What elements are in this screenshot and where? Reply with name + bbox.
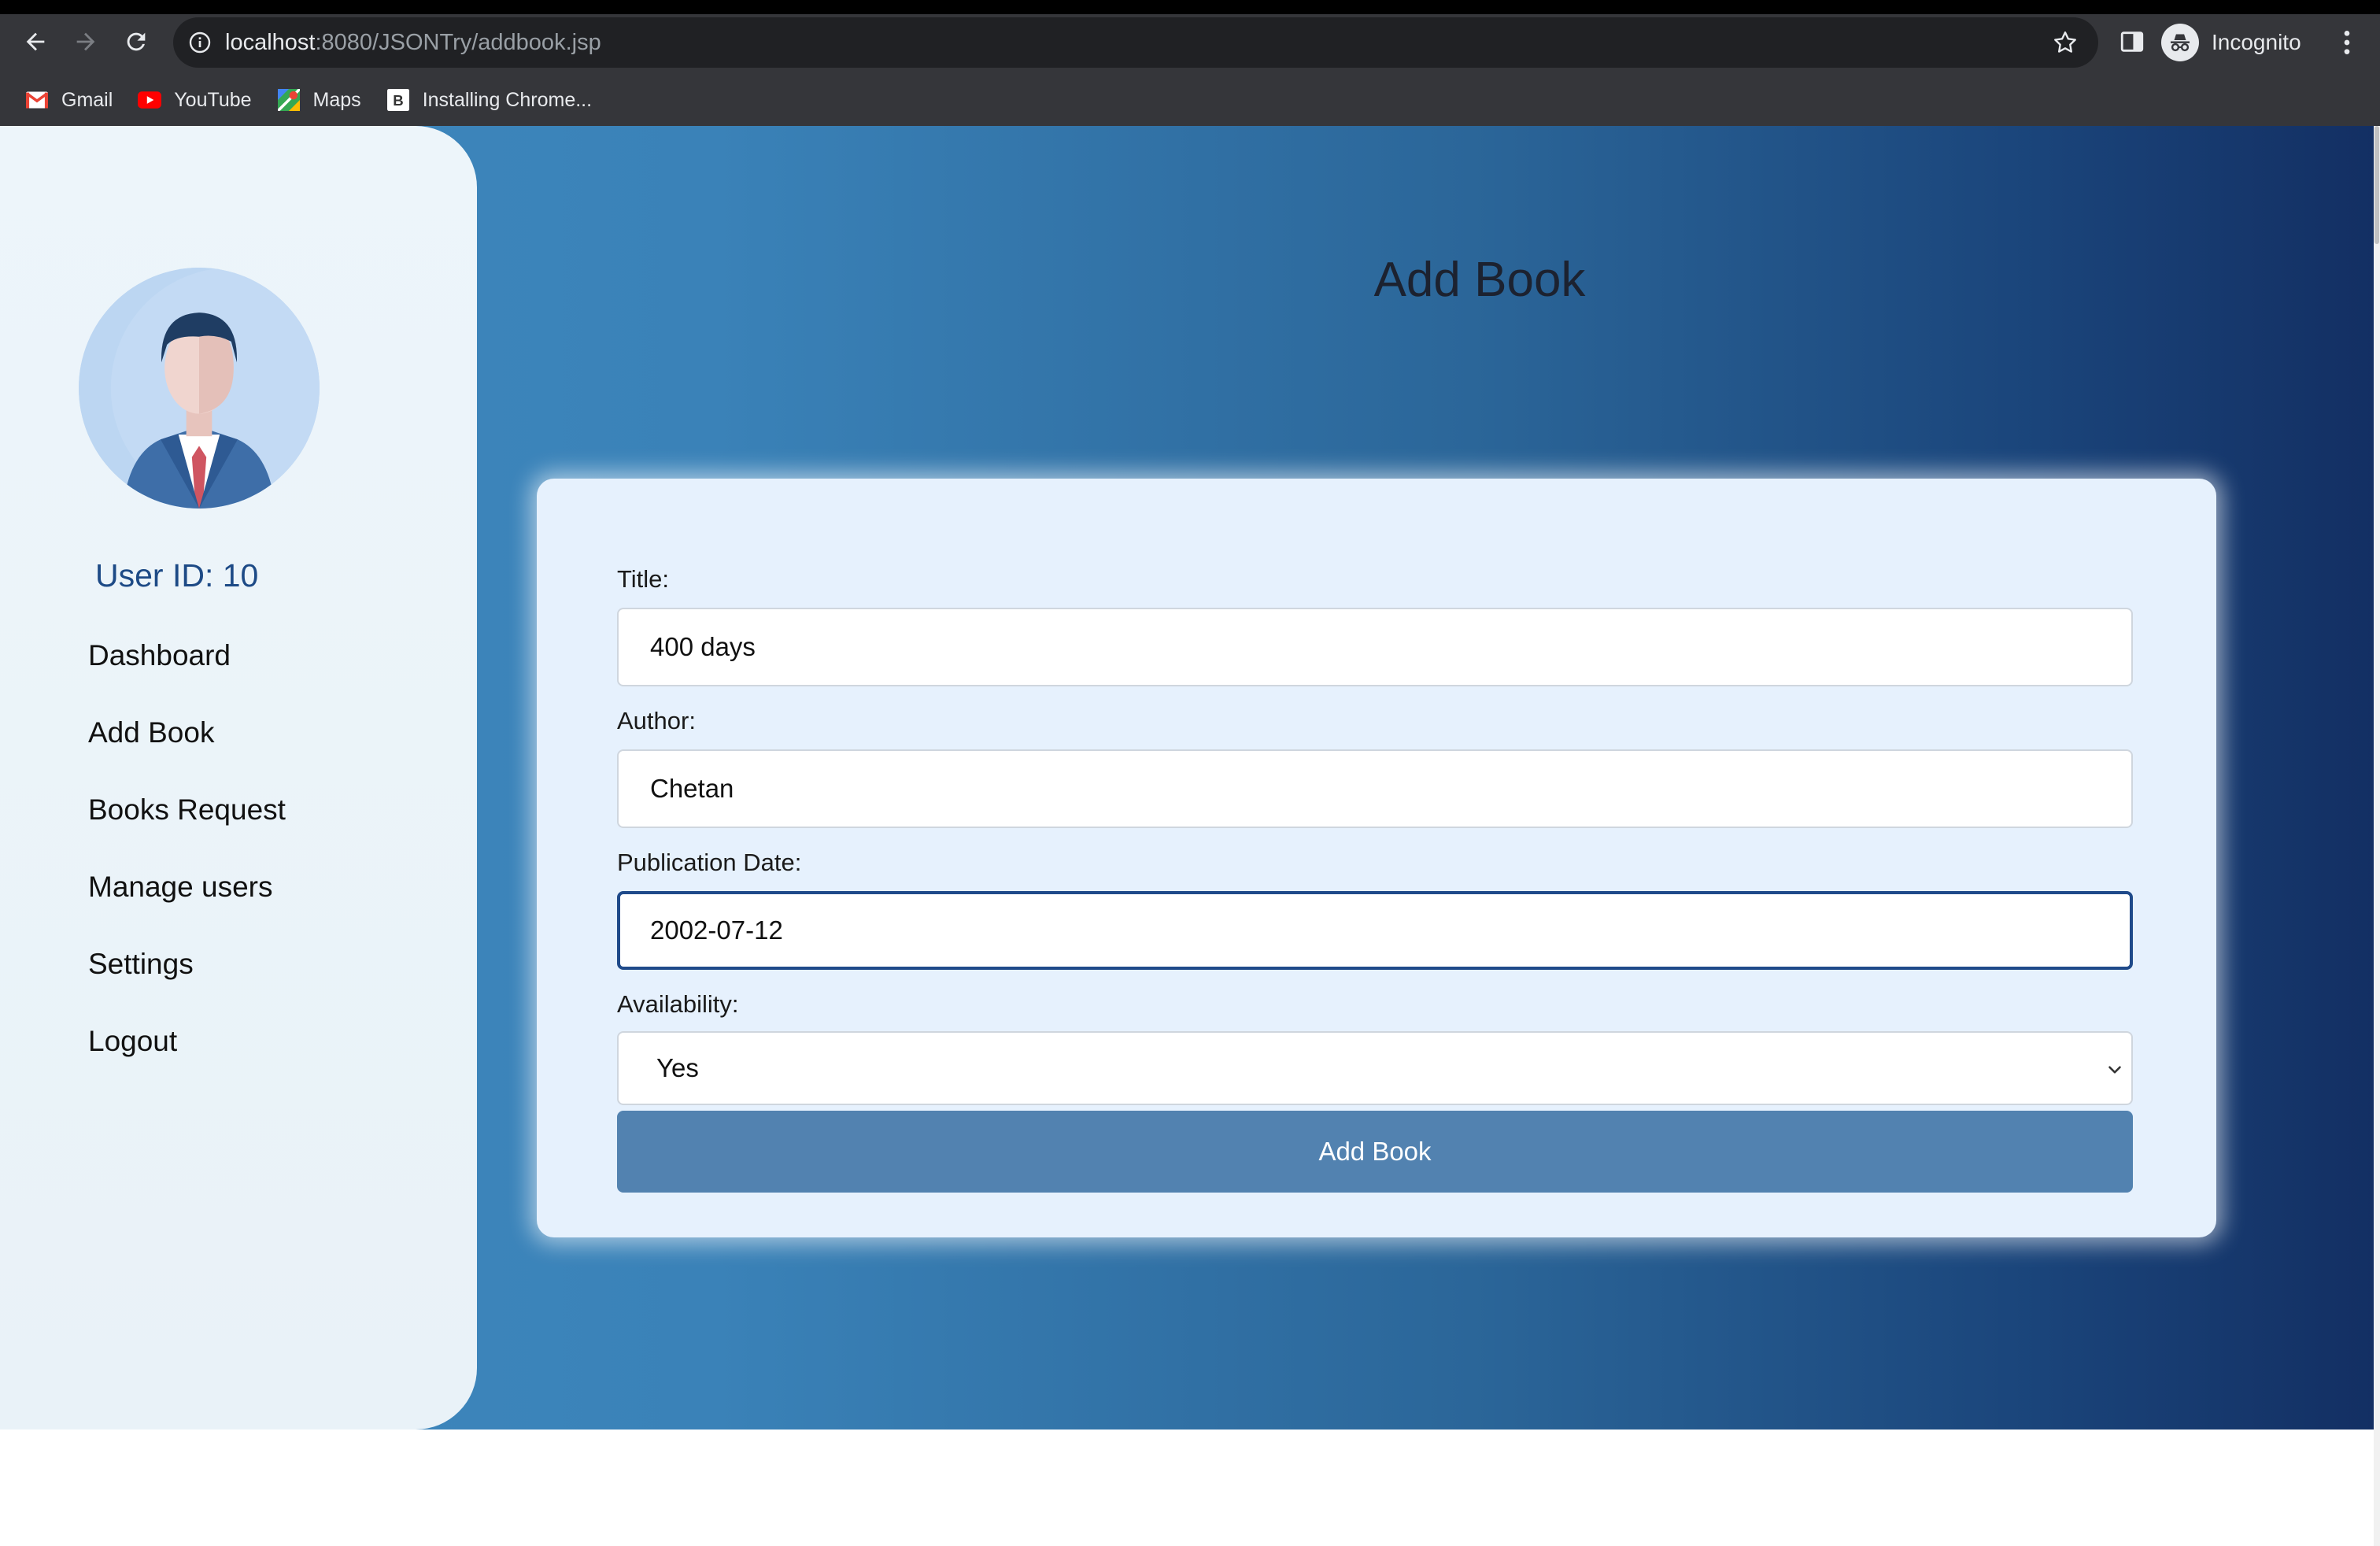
url-host: localhost <box>225 30 316 55</box>
sidebar-item-dashboard[interactable]: Dashboard <box>88 639 231 672</box>
incognito-label: Incognito <box>2212 30 2301 54</box>
publication-date-input[interactable] <box>617 891 2133 970</box>
window-top-bar <box>0 0 2380 14</box>
page-viewport: User ID: 10 Dashboard Add Book Books Req… <box>0 126 2380 1546</box>
reload-button[interactable] <box>118 24 154 60</box>
sidebar-item-books-request[interactable]: Books Request <box>88 793 286 827</box>
bookmark-label: Installing Chrome... <box>422 88 593 111</box>
bookmark-label: YouTube <box>174 88 252 111</box>
bookmarks-bar: Gmail YouTube Maps B Installing Chrome..… <box>0 82 592 118</box>
title-label: Title: <box>617 565 670 593</box>
bookmark-label: Maps <box>312 88 361 111</box>
sidebar-item-logout[interactable]: Logout <box>88 1025 177 1058</box>
back-button[interactable] <box>17 24 54 60</box>
reload-icon <box>127 32 146 51</box>
side-panel-icon[interactable] <box>2119 28 2145 55</box>
availability-label: Availability: <box>617 990 739 1018</box>
bookmark-installing-chrome[interactable]: B Installing Chrome... <box>386 82 592 118</box>
url-path: :8080/JSONTry/addbook.jsp <box>315 30 601 55</box>
bookmark-youtube[interactable]: YouTube <box>138 82 252 118</box>
add-book-button[interactable]: Add Book <box>617 1111 2133 1193</box>
sidebar-item-manage-users[interactable]: Manage users <box>88 871 272 904</box>
user-avatar-icon <box>79 268 320 509</box>
availability-selected-value: Yes <box>656 1053 699 1082</box>
bookmark-gmail[interactable]: Gmail <box>25 82 113 118</box>
forward-button[interactable] <box>68 24 104 60</box>
youtube-icon <box>138 88 162 112</box>
arrow-left-icon <box>26 32 45 51</box>
scrollbar-thumb[interactable] <box>2374 126 2379 244</box>
arrow-right-icon <box>76 32 95 51</box>
chevron-down-icon <box>2108 1066 2121 1074</box>
browser-chrome: localhost:8080/JSONTry/addbook.jsp Incog… <box>0 0 2380 126</box>
incognito-indicator[interactable]: Incognito <box>2161 20 2301 65</box>
avatar <box>79 268 320 509</box>
bookmark-star-icon[interactable] <box>2051 28 2079 57</box>
svg-text:B: B <box>393 92 403 109</box>
sidebar-item-add-book[interactable]: Add Book <box>88 716 214 749</box>
sidebar: User ID: 10 Dashboard Add Book Books Req… <box>0 126 477 1429</box>
info-icon[interactable] <box>187 30 213 55</box>
bookmark-label: Gmail <box>61 88 113 111</box>
author-input[interactable] <box>617 749 2133 828</box>
page-scrollbar[interactable] <box>2374 126 2380 1546</box>
gmail-icon <box>25 88 49 112</box>
bookmark-maps[interactable]: Maps <box>277 82 361 118</box>
browser-menu-icon[interactable] <box>2338 27 2356 58</box>
author-label: Author: <box>617 707 696 734</box>
publication-date-label: Publication Date: <box>617 849 802 876</box>
address-bar[interactable]: localhost:8080/JSONTry/addbook.jsp <box>173 17 2098 68</box>
url-text[interactable]: localhost:8080/JSONTry/addbook.jsp <box>225 17 601 68</box>
page-title: Add Book <box>1373 253 1586 307</box>
availability-select[interactable]: Yes <box>617 1031 2133 1105</box>
title-input[interactable] <box>617 608 2133 686</box>
b-favicon: B <box>386 88 410 112</box>
add-book-form: Title: Author: Publication Date: Availab… <box>537 479 2216 1237</box>
incognito-icon <box>2161 24 2199 61</box>
maps-icon <box>277 88 301 112</box>
user-id-label: User ID: 10 <box>95 557 259 594</box>
sidebar-item-settings[interactable]: Settings <box>88 948 194 981</box>
